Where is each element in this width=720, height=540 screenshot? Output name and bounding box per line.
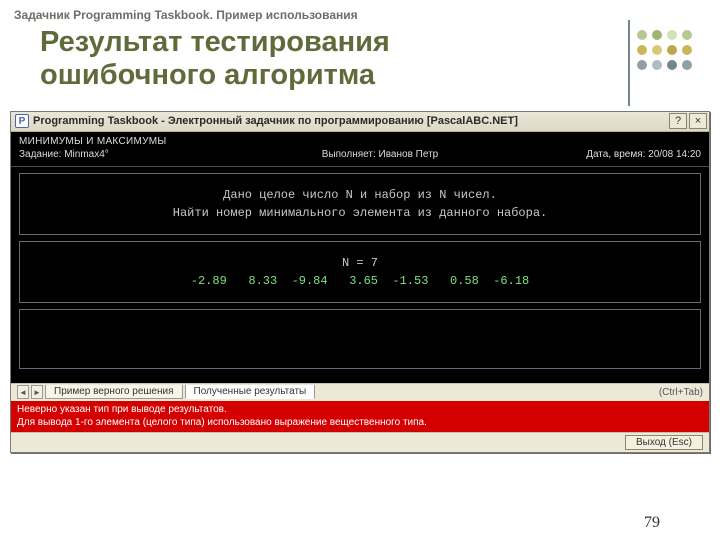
problem-line-1: Дано целое число N и набор из N чисел. [28,188,692,202]
help-button[interactable]: ? [669,113,687,129]
error-bar: Неверно указан тип при выводе результато… [11,401,709,432]
tab-shortcut-hint: (Ctrl+Tab) [659,387,703,398]
task-label: Задание: Minmax4° [19,149,219,160]
decorative-dots [637,30,692,70]
tab-correct-example[interactable]: Пример верного решения [45,385,183,399]
bottom-bar: Выход (Esc) [11,432,709,452]
error-line-2: Для вывода 1-го элемента (целого типа) и… [17,416,703,430]
decorative-divider [628,20,630,106]
page-number: 79 [644,514,660,532]
close-button[interactable]: × [689,113,707,129]
taskbook-window: P Programming Taskbook - Электронный зад… [10,111,710,453]
results-panel [19,309,701,369]
tabs-row: ◄ ► Пример верного решения Полученные ре… [11,383,709,401]
tab-next-button[interactable]: ► [31,385,43,399]
info-strip: МИНИМУМЫ И МАКСИМУМЫ Задание: Minmax4° В… [11,132,709,167]
datetime-label: Дата, время: 20/08 14:20 [541,149,701,160]
problem-panel: Дано целое число N и набор из N чисел. Н… [19,173,701,235]
app-icon: P [15,114,29,128]
problem-line-2: Найти номер минимального элемента из дан… [28,206,692,220]
section-title: МИНИМУМЫ И МАКСИМУМЫ [19,136,219,147]
slide-header: Задачник Programming Taskbook. Пример ис… [0,8,720,22]
tab-prev-button[interactable]: ◄ [17,385,29,399]
n-value: N = 7 [28,256,692,270]
slide-title: Результат тестирования ошибочного алгори… [0,26,637,93]
slide-title-line2: ошибочного алгоритма [40,59,375,91]
tab-results[interactable]: Полученные результаты [185,385,316,399]
window-title: Programming Taskbook - Электронный задач… [33,115,667,127]
values-line: -2.89 8.33 -9.84 3.65 -1.53 0.58 -6.18 [28,274,692,288]
data-panel: N = 7 -2.89 8.33 -9.84 3.65 -1.53 0.58 -… [19,241,701,303]
error-line-1: Неверно указан тип при выводе результато… [17,403,703,417]
exit-button[interactable]: Выход (Esc) [625,435,703,450]
titlebar[interactable]: P Programming Taskbook - Электронный зад… [11,112,709,132]
executor-label: Выполняет: Иванов Петр [219,149,541,160]
slide-title-line1: Результат тестирования [40,26,390,58]
